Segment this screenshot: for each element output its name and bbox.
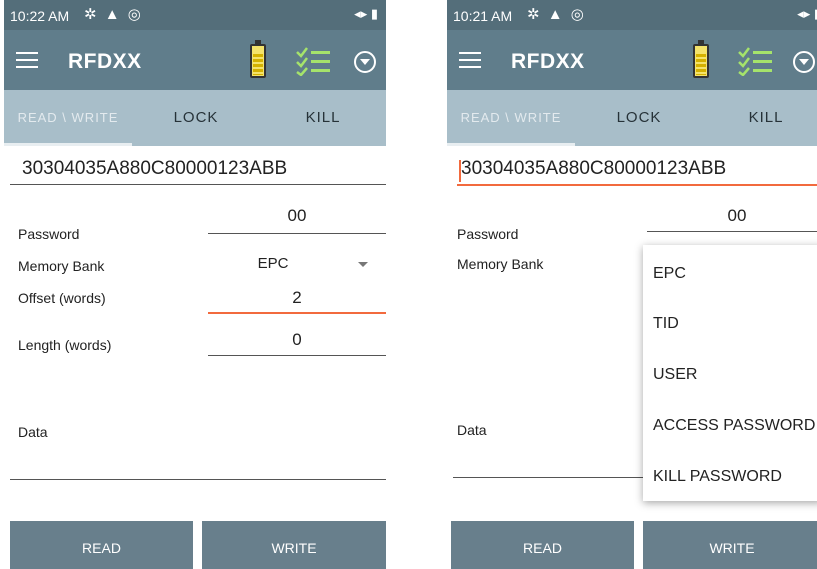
password-label: Password xyxy=(18,226,80,242)
data-input[interactable] xyxy=(10,479,386,480)
read-button[interactable]: READ xyxy=(451,521,634,569)
length-label: Length (words) xyxy=(18,337,112,353)
app-toolbar: RFDXX xyxy=(447,30,817,90)
status-right-icons: ◂▸ ▮ xyxy=(354,6,378,21)
data-label: Data xyxy=(18,424,48,440)
memory-bank-dropdown-menu: EPC TID USER ACCESS PASSWORD KILL PASSWO… xyxy=(643,245,817,501)
dropdown-circle-icon[interactable] xyxy=(793,51,815,73)
option-user[interactable]: USER xyxy=(653,366,697,384)
tag-id-underline xyxy=(457,184,817,186)
status-bar: 10:21 AM ✲ ▲ ◎ ◂▸ ▮ xyxy=(447,0,817,30)
chevron-down-icon[interactable] xyxy=(358,262,368,267)
app-title: RFDXX xyxy=(68,50,142,73)
offset-input[interactable]: 2 xyxy=(208,288,386,308)
tab-kill[interactable]: KILL xyxy=(260,90,386,146)
password-input[interactable]: 00 xyxy=(208,206,386,226)
password-input[interactable]: 00 xyxy=(647,206,817,226)
offset-label: Offset (words) xyxy=(18,290,106,306)
tab-indicator xyxy=(4,143,132,146)
battery-icon xyxy=(693,40,709,78)
write-button[interactable]: WRITE xyxy=(643,521,817,569)
battery-icon xyxy=(250,40,266,78)
length-input[interactable]: 0 xyxy=(208,330,386,350)
menu-icon[interactable] xyxy=(16,52,38,68)
status-time: 10:21 AM xyxy=(453,8,513,24)
app-toolbar: RFDXX xyxy=(4,30,386,90)
tab-read-write[interactable]: READ \ WRITE xyxy=(4,90,132,146)
length-underline xyxy=(208,355,386,356)
password-underline xyxy=(647,231,817,232)
option-kill-password[interactable]: KILL PASSWORD xyxy=(653,468,782,486)
checklist-icon[interactable] xyxy=(737,46,773,76)
tab-bar: READ \ WRITE LOCK KILL xyxy=(447,90,817,146)
app-title: RFDXX xyxy=(511,50,585,73)
tag-id-input[interactable]: 30304035A880C80000123ABB xyxy=(22,158,287,180)
status-icons: ✲ ▲ ◎ xyxy=(527,6,586,23)
tab-read-write[interactable]: READ \ WRITE xyxy=(447,90,575,146)
tab-indicator xyxy=(447,143,575,146)
memory-bank-select[interactable]: EPC xyxy=(208,255,338,272)
dropdown-circle-icon[interactable] xyxy=(354,51,376,73)
status-bar: 10:22 AM ✲ ▲ ◎ ◂▸ ▮ xyxy=(4,0,386,30)
option-epc[interactable]: EPC xyxy=(653,265,686,283)
password-underline xyxy=(208,233,386,234)
status-right-icons: ◂▸ ▮ xyxy=(797,6,817,21)
password-label: Password xyxy=(457,226,519,242)
option-access-password[interactable]: ACCESS PASSWORD xyxy=(653,417,815,435)
offset-underline xyxy=(208,312,386,314)
option-tid[interactable]: TID xyxy=(653,315,679,333)
tab-kill[interactable]: KILL xyxy=(703,90,817,146)
status-icons: ✲ ▲ ◎ xyxy=(84,6,143,23)
memory-bank-label: Memory Bank xyxy=(18,258,105,274)
read-button[interactable]: READ xyxy=(10,521,193,569)
tab-bar: READ \ WRITE LOCK KILL xyxy=(4,90,386,146)
status-time: 10:22 AM xyxy=(10,8,70,24)
screen-memory-bank-dropdown: 10:21 AM ✲ ▲ ◎ ◂▸ ▮ RFDXX READ \ WRITE L… xyxy=(447,0,817,569)
tag-id-underline xyxy=(10,184,386,185)
write-button[interactable]: WRITE xyxy=(202,521,386,569)
checklist-icon[interactable] xyxy=(295,46,331,76)
data-label: Data xyxy=(457,422,487,438)
screen-read-write: 10:22 AM ✲ ▲ ◎ ◂▸ ▮ RFDXX READ \ WRITE L… xyxy=(4,0,386,569)
memory-bank-label: Memory Bank xyxy=(457,256,544,272)
tab-lock[interactable]: LOCK xyxy=(132,90,260,146)
tag-id-input[interactable]: 30304035A880C80000123ABB xyxy=(461,158,726,180)
tab-lock[interactable]: LOCK xyxy=(575,90,703,146)
menu-icon[interactable] xyxy=(459,52,481,68)
